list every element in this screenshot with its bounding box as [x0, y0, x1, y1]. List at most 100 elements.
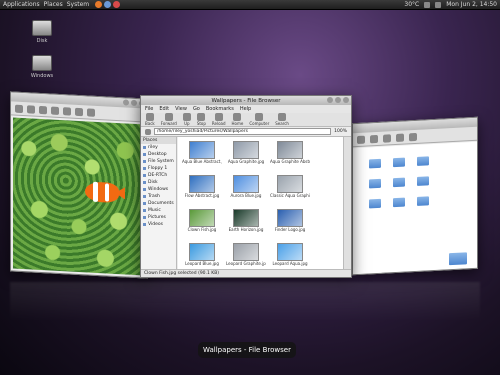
- folder-icon[interactable]: [417, 196, 429, 206]
- menu-view[interactable]: View: [175, 106, 187, 112]
- folder-icon[interactable]: [449, 252, 467, 266]
- image-file-icon: [233, 243, 259, 261]
- menu-edit[interactable]: Edit: [159, 106, 169, 112]
- folder-icon[interactable]: [417, 156, 429, 166]
- back-icon[interactable]: [15, 104, 23, 113]
- menu-file[interactable]: File: [145, 106, 153, 112]
- zoom-in-icon[interactable]: [63, 106, 71, 116]
- home-content: [353, 141, 477, 275]
- folder-icon[interactable]: [393, 157, 405, 168]
- home-button[interactable]: Home: [232, 113, 243, 126]
- applications-menu[interactable]: Applications: [3, 1, 40, 8]
- file-name: Flow Abstract.jpg: [184, 193, 220, 198]
- stop-icon: [197, 113, 206, 121]
- sidebar-item-desktop[interactable]: Desktop: [141, 151, 176, 158]
- file-browser-window[interactable]: Wallpapers - File Browser File Edit View…: [140, 95, 352, 278]
- file-name: Earth Horizon.jpg: [228, 227, 264, 232]
- folder-icon[interactable]: [369, 158, 381, 169]
- sidebar-item-pictures[interactable]: Pictures: [141, 214, 176, 221]
- zoom-level[interactable]: 100%: [334, 129, 347, 134]
- sidebar-item-floppy[interactable]: Floppy 1: [141, 165, 176, 172]
- sidebar-item-disk[interactable]: Disk: [141, 179, 176, 186]
- up-button[interactable]: Up: [182, 113, 191, 126]
- file-thumbnail[interactable]: Aqua Graphite.jpg: [226, 141, 266, 164]
- sidebar-item-home[interactable]: riley: [141, 144, 176, 151]
- stop-button[interactable]: Stop: [197, 113, 206, 126]
- sidebar-item-windows[interactable]: Windows: [141, 186, 176, 193]
- location-input[interactable]: /home/riley_yoshiad/Pictures/Wallpapers: [154, 128, 332, 135]
- forward-label: Forward: [160, 121, 177, 126]
- browser-titlebar[interactable]: Wallpapers - File Browser: [141, 96, 351, 105]
- folder-icon[interactable]: [393, 197, 405, 208]
- reload-button[interactable]: Reload: [212, 113, 226, 126]
- forward-button[interactable]: Forward: [161, 113, 177, 126]
- desktop-icon-disk[interactable]: Disk: [22, 20, 62, 44]
- help-launcher-icon[interactable]: [113, 1, 121, 8]
- home-folder-window[interactable]: [352, 116, 478, 276]
- places-menu[interactable]: Places: [44, 1, 63, 8]
- sidebar-item-videos[interactable]: Videos: [141, 221, 176, 228]
- vertical-scrollbar[interactable]: [343, 137, 351, 269]
- panel-menus: Applications Places System: [3, 1, 89, 8]
- mail-launcher-icon[interactable]: [104, 1, 112, 8]
- menu-bookmarks[interactable]: Bookmarks: [206, 106, 234, 112]
- network-icon[interactable]: [424, 1, 431, 8]
- edit-location-icon[interactable]: [145, 128, 151, 135]
- menu-go[interactable]: Go: [193, 106, 200, 112]
- image-file-icon: [233, 175, 259, 193]
- folder-icon[interactable]: [417, 176, 429, 186]
- up-icon[interactable]: [383, 133, 391, 143]
- file-name: Leopard Graphite.jpg: [226, 261, 266, 266]
- top-panel: Applications Places System 30°C Mon Jun …: [0, 0, 500, 10]
- sidebar-item-music[interactable]: Music: [141, 207, 176, 214]
- sidebar-item-trash[interactable]: Trash: [141, 193, 176, 200]
- desktop-icon-windows[interactable]: Windows: [22, 55, 62, 79]
- system-menu[interactable]: System: [67, 1, 89, 8]
- clock[interactable]: Mon Jun 2, 14:50: [446, 1, 497, 8]
- file-thumbnail[interactable]: Leopard Blue.jpg: [182, 243, 222, 266]
- zoom-out-icon[interactable]: [75, 107, 83, 116]
- file-thumbnail[interactable]: Clown Fish.jpg: [182, 209, 222, 232]
- file-thumbnail[interactable]: Aurora Blue.jpg: [226, 175, 266, 198]
- folder-icon[interactable]: [393, 177, 405, 188]
- rotate-left-icon[interactable]: [39, 105, 47, 114]
- home-icon[interactable]: [396, 133, 404, 142]
- file-thumbnail[interactable]: Leopard Aqua.jpg: [270, 243, 310, 266]
- search-icon[interactable]: [409, 132, 417, 141]
- image-viewer-window[interactable]: [10, 91, 148, 279]
- browser-title: Wallpapers - File Browser: [211, 97, 281, 104]
- minimize-icon[interactable]: [123, 99, 129, 106]
- sidebar-header[interactable]: Places: [141, 137, 176, 144]
- minimize-icon[interactable]: [327, 97, 333, 103]
- rotate-right-icon[interactable]: [51, 106, 59, 115]
- search-icon: [278, 113, 287, 121]
- file-thumbnail[interactable]: Finder Logo.jpg: [270, 209, 310, 232]
- maximize-icon[interactable]: [131, 99, 137, 107]
- back-icon[interactable]: [357, 135, 365, 144]
- forward-icon[interactable]: [370, 134, 378, 143]
- zoom-fit-icon[interactable]: [87, 107, 95, 117]
- sidebar-item-cd[interactable]: DE-RTCh: [141, 172, 176, 179]
- sidebar-item-filesystem[interactable]: File System: [141, 158, 176, 165]
- file-thumbnail[interactable]: Leopard Graphite.jpg: [226, 243, 266, 266]
- menu-help[interactable]: Help: [240, 106, 251, 112]
- browser-launcher-icon[interactable]: [95, 1, 103, 8]
- file-thumbnail[interactable]: Aqua Blue Abstract.jpg: [182, 141, 222, 164]
- file-thumbnail[interactable]: Aqua Graphite Abstract.jpg: [270, 141, 310, 164]
- computer-button[interactable]: Computer: [249, 113, 269, 126]
- folder-icon[interactable]: [369, 178, 381, 189]
- forward-icon: [164, 113, 173, 121]
- clownfish-photo: [13, 117, 145, 276]
- volume-icon[interactable]: [435, 1, 442, 8]
- maximize-icon[interactable]: [335, 97, 341, 103]
- file-thumbnail[interactable]: Flow Abstract.jpg: [182, 175, 222, 198]
- reload-label: Reload: [211, 121, 226, 126]
- forward-icon[interactable]: [27, 104, 35, 114]
- back-button[interactable]: Back: [145, 113, 155, 126]
- file-thumbnail[interactable]: Earth Horizon.jpg: [226, 209, 266, 232]
- close-icon[interactable]: [343, 97, 349, 103]
- search-button[interactable]: Search: [275, 113, 289, 126]
- folder-icon[interactable]: [369, 198, 381, 209]
- file-thumbnail[interactable]: Classic Aqua Graphite.jpg: [270, 175, 310, 198]
- sidebar-item-documents[interactable]: Documents: [141, 200, 176, 207]
